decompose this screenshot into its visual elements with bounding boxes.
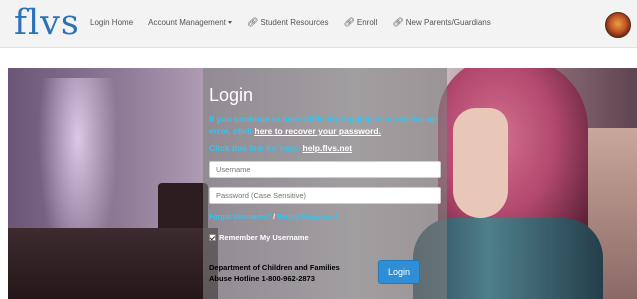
recover-password-link[interactable]: here to recover your password. <box>254 126 381 136</box>
abuse-hotline-text: Department of Children and Families Abus… <box>209 262 340 284</box>
link-icon: 🔗︎ <box>246 17 259 27</box>
hotline-line1: Department of Children and Families <box>209 263 340 272</box>
nav-account-management[interactable]: Account Management <box>148 18 232 27</box>
login-title: Login <box>209 85 254 105</box>
login-panel: Login If you continue to have difficulty… <box>203 68 447 299</box>
state-seal-icon[interactable] <box>605 12 631 38</box>
forgot-links: Forgot Username? / Forgot Password? <box>209 214 339 221</box>
hero-person-face <box>453 108 508 218</box>
nav-enroll[interactable]: 🔗︎ Enroll <box>343 17 377 28</box>
help-text: Click this link for help: help.flvs.net <box>209 143 352 153</box>
nav-label: Login Home <box>90 18 134 27</box>
flvs-logo[interactable]: flvs <box>14 3 80 43</box>
nav-label: Enroll <box>356 18 378 27</box>
nav-links: Login Home Account Management 🔗︎ Student… <box>90 17 506 28</box>
recover-info-text: If you continue to have difficulty loggi… <box>209 113 445 137</box>
hotline-line2: Abuse Hotline 1-800-962-2873 <box>209 274 315 283</box>
nav-label: New Parents/Guardians <box>405 18 491 27</box>
caret-down-icon <box>227 21 232 24</box>
forgot-password-link[interactable]: Forgot Password? <box>277 214 338 221</box>
link-icon: 🔗︎ <box>392 17 404 27</box>
remember-checkbox[interactable] <box>209 234 216 241</box>
nav-student-resources[interactable]: 🔗︎ Student Resources <box>247 17 328 28</box>
help-prefix: Click this link for help: <box>209 143 303 153</box>
nav-new-parents[interactable]: 🔗︎ New Parents/Guardians <box>392 17 490 28</box>
page: flvs Login Home Account Management 🔗︎ St… <box>0 0 637 299</box>
hero-table <box>8 228 218 299</box>
nav-login-home[interactable]: Login Home <box>90 18 133 27</box>
nav-label: Account Management <box>148 18 226 27</box>
top-navbar: flvs Login Home Account Management 🔗︎ St… <box>0 0 637 48</box>
remember-label: Remember My Username <box>219 233 309 242</box>
remember-username[interactable]: Remember My Username <box>209 233 309 242</box>
forgot-username-link[interactable]: Forgot Username? <box>209 214 271 221</box>
help-link[interactable]: help.flvs.net <box>303 143 353 153</box>
username-input[interactable] <box>209 161 441 178</box>
password-input[interactable] <box>209 187 441 204</box>
link-icon: 🔗︎ <box>343 17 355 27</box>
login-button[interactable]: Login <box>378 260 420 284</box>
nav-label: Student Resources <box>260 18 329 27</box>
